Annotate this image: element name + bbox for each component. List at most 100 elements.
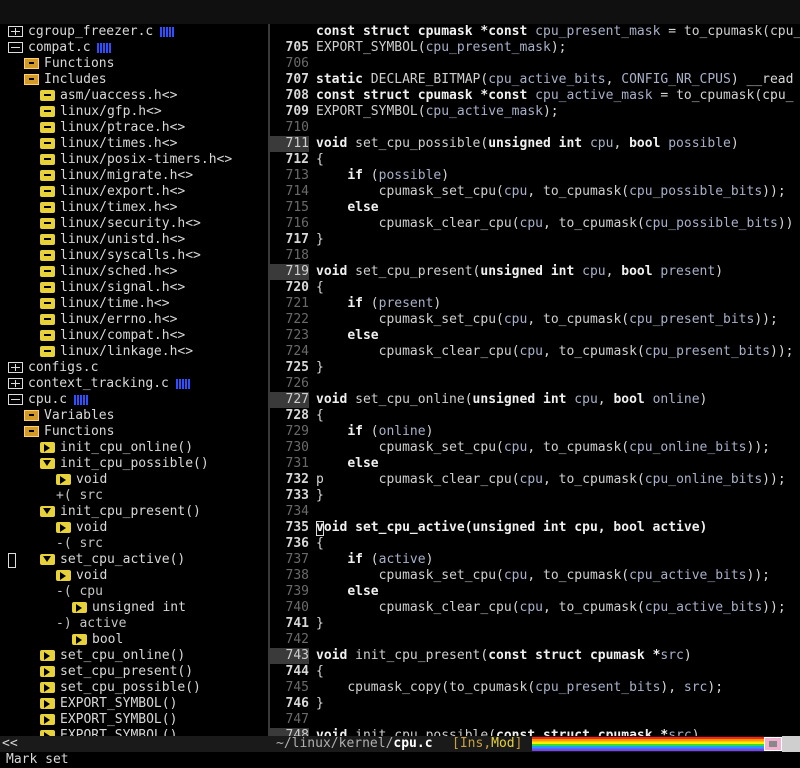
code-line[interactable]: 705 EXPORT_SYMBOL(cpu_present_mask);	[270, 40, 800, 56]
code-line[interactable]: 732 p cpumask_clear_cpu(cpu, to_cpumask(c…	[270, 472, 800, 488]
tree-item[interactable]: linux/linkage.h<>	[0, 344, 268, 360]
code-line[interactable]: 724 cpumask_clear_cpu(cpu, to_cpumask(cp…	[270, 344, 800, 360]
tree-item[interactable]: EXPORT_SYMBOL()	[0, 728, 268, 736]
code-line[interactable]: 715 else	[270, 200, 800, 216]
code-line[interactable]: 729 if (online)	[270, 424, 800, 440]
folder-icon[interactable]	[24, 58, 39, 69]
tag-icon[interactable]	[40, 202, 55, 213]
code-line[interactable]: 745 cpumask_copy(to_cpumask(cpu_present_…	[270, 680, 800, 696]
code-line[interactable]: 736 {	[270, 536, 800, 552]
fold-open-icon[interactable]	[40, 554, 55, 565]
tree-item[interactable]: compat.c	[0, 40, 268, 56]
tree-item[interactable]: void	[0, 568, 268, 584]
code-line[interactable]: 722 cpumask_set_cpu(cpu, to_cpumask(cpu_…	[270, 312, 800, 328]
tag-icon[interactable]	[40, 298, 55, 309]
tree-item[interactable]: set_cpu_online()	[0, 648, 268, 664]
code-line[interactable]: 728 {	[270, 408, 800, 424]
tree-item[interactable]: linux/sched.h<>	[0, 264, 268, 280]
tree-item[interactable]: linux/migrate.h<>	[0, 168, 268, 184]
tree-item[interactable]: Includes	[0, 72, 268, 88]
code-line[interactable]: 718	[270, 248, 800, 264]
tree-item[interactable]: cgroup_freezer.c	[0, 24, 268, 40]
tree-item[interactable]: Functions	[0, 56, 268, 72]
tree-item[interactable]: linux/times.h<>	[0, 136, 268, 152]
folder-icon[interactable]	[24, 74, 39, 85]
tree-item[interactable]: linux/unistd.h<>	[0, 232, 268, 248]
tree-item[interactable]: bool	[0, 632, 268, 648]
tree-item[interactable]: init_cpu_possible()	[0, 456, 268, 472]
tag-tree-sidebar[interactable]: cgroup_freezer.c compat.c Functions Include…	[0, 24, 268, 736]
code-line[interactable]: 726	[270, 376, 800, 392]
code-line[interactable]: 710	[270, 120, 800, 136]
collapse-box-icon[interactable]	[8, 394, 23, 405]
tag-icon[interactable]	[40, 266, 55, 277]
code-line[interactable]: 730 cpumask_set_cpu(cpu, to_cpumask(cpu_…	[270, 440, 800, 456]
code-line[interactable]: 743 void init_cpu_present(const struct cp…	[270, 648, 800, 664]
tree-item[interactable]: linux/errno.h<>	[0, 312, 268, 328]
tree-item[interactable]: -( src	[0, 536, 268, 552]
fold-open-icon[interactable]	[40, 458, 55, 469]
code-line[interactable]: 748 void init_cpu_possible(const struct c…	[270, 728, 800, 736]
nyan-rainbow-scroll-indicator[interactable]	[532, 737, 764, 751]
tree-item[interactable]: +( src	[0, 488, 268, 504]
code-line[interactable]: 719 void set_cpu_present(unsigned int cpu…	[270, 264, 800, 280]
tree-item[interactable]: set_cpu_active()	[0, 552, 268, 568]
tree-item[interactable]: linux/compat.h<>	[0, 328, 268, 344]
code-line[interactable]: 721 if (present)	[270, 296, 800, 312]
tree-item[interactable]: linux/security.h<>	[0, 216, 268, 232]
tree-item[interactable]: linux/export.h<>	[0, 184, 268, 200]
tree-item[interactable]: unsigned int	[0, 600, 268, 616]
expand-box-icon[interactable]	[8, 362, 23, 373]
code-editor[interactable]: const struct cpumask *const cpu_present_…	[270, 24, 800, 736]
tree-item[interactable]: linux/ptrace.h<>	[0, 120, 268, 136]
code-line[interactable]: 727 void set_cpu_online(unsigned int cpu,…	[270, 392, 800, 408]
tag-icon[interactable]	[40, 282, 55, 293]
code-line[interactable]: 706	[270, 56, 800, 72]
code-line[interactable]: 717}	[270, 232, 800, 248]
expand-box-icon[interactable]	[8, 26, 23, 37]
fold-closed-icon[interactable]	[40, 714, 55, 725]
code-line[interactable]: 725}	[270, 360, 800, 376]
tag-icon[interactable]	[40, 346, 55, 357]
code-line[interactable]: 712 {	[270, 152, 800, 168]
expand-box-icon[interactable]	[8, 378, 23, 389]
tag-icon[interactable]	[40, 154, 55, 165]
code-line[interactable]: const struct cpumask *const cpu_present_…	[270, 24, 800, 40]
code-line[interactable]: 735 void set_cpu_active(unsigned int cpu,…	[270, 520, 800, 536]
fold-closed-icon[interactable]	[40, 666, 55, 677]
code-line[interactable]: 708 const struct cpumask *const cpu_activ…	[270, 88, 800, 104]
tag-icon[interactable]	[40, 106, 55, 117]
code-line[interactable]: 731 else	[270, 456, 800, 472]
tag-icon[interactable]	[40, 218, 55, 229]
code-line[interactable]: 744 {	[270, 664, 800, 680]
code-line[interactable]: 734	[270, 504, 800, 520]
tree-item[interactable]: -( cpu	[0, 584, 268, 600]
tag-icon[interactable]	[40, 250, 55, 261]
code-line[interactable]: 707 static DECLARE_BITMAP(cpu_active_bits…	[270, 72, 800, 88]
code-line[interactable]: 741}	[270, 616, 800, 632]
folder-icon[interactable]	[24, 410, 39, 421]
tree-item[interactable]: linux/time.h<>	[0, 296, 268, 312]
fold-open-icon[interactable]	[40, 506, 55, 517]
fold-closed-icon[interactable]	[72, 602, 87, 613]
code-line[interactable]: 714 cpumask_set_cpu(cpu, to_cpumask(cpu_…	[270, 184, 800, 200]
tree-item[interactable]: linux/timex.h<>	[0, 200, 268, 216]
fold-closed-icon[interactable]	[40, 698, 55, 709]
tag-icon[interactable]	[40, 186, 55, 197]
tag-icon[interactable]	[40, 170, 55, 181]
tag-icon[interactable]	[40, 90, 55, 101]
code-line[interactable]: 739 else	[270, 584, 800, 600]
code-line[interactable]: 716 cpumask_clear_cpu(cpu, to_cpumask(cp…	[270, 216, 800, 232]
tree-item[interactable]: Functions	[0, 424, 268, 440]
tree-item[interactable]: init_cpu_online()	[0, 440, 268, 456]
tree-item[interactable]: EXPORT_SYMBOL()	[0, 696, 268, 712]
code-line[interactable]: 733}	[270, 488, 800, 504]
code-line[interactable]: 746}	[270, 696, 800, 712]
fold-closed-icon[interactable]	[72, 634, 87, 645]
fold-closed-icon[interactable]	[40, 442, 55, 453]
minibuffer[interactable]: Mark set	[0, 752, 800, 768]
code-line[interactable]: 747	[270, 712, 800, 728]
tree-item[interactable]: init_cpu_present()	[0, 504, 268, 520]
tree-item[interactable]: context_tracking.c	[0, 376, 268, 392]
tree-item[interactable]: linux/signal.h<>	[0, 280, 268, 296]
